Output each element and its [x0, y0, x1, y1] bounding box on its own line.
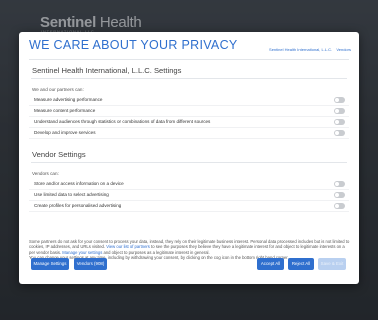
partners-label: We and our partners can:	[32, 87, 84, 92]
settings-scroll-area[interactable]: Sentinel Health International, L.L.C. Se…	[29, 59, 349, 236]
consent-toggle[interactable]	[334, 97, 345, 103]
purpose-row: Measure content performance	[29, 106, 349, 117]
manage-settings-button[interactable]: Manage Settings	[31, 258, 69, 270]
consent-toggle[interactable]	[334, 108, 345, 114]
manage-settings-link[interactable]: Manage your settings	[62, 250, 102, 255]
partners-list-link[interactable]: View our list of partners	[106, 244, 150, 249]
vendor-purpose-row: Use limited data to select advertising	[29, 190, 349, 201]
header-links: Sentinel Health International, L.L.C. Ve…	[266, 47, 351, 52]
modal-header: WE CARE ABOUT YOUR PRIVACY Sentinel Heal…	[19, 32, 359, 57]
privacy-modal: WE CARE ABOUT YOUR PRIVACY Sentinel Heal…	[19, 32, 359, 284]
vendor-consent-toggle[interactable]	[334, 203, 345, 209]
modal-footer: Manage Settings Vendors (908) Accept All…	[19, 258, 359, 278]
vendor-consent-toggle[interactable]	[334, 181, 345, 187]
save-exit-button[interactable]: Save & Exit	[318, 258, 346, 270]
vendor-purpose-row: Store and/or access information on a dev…	[29, 179, 349, 190]
consent-toggle[interactable]	[334, 130, 345, 136]
vendors-label: Vendors can:	[32, 171, 59, 176]
modal-title: WE CARE ABOUT YOUR PRIVACY	[29, 38, 238, 52]
vendors-link[interactable]: Vendors	[336, 47, 351, 52]
company-link[interactable]: Sentinel Health International, L.L.C.	[269, 47, 332, 52]
reject-all-button[interactable]: Reject All	[288, 258, 314, 270]
purpose-row: Develop and improve services	[29, 128, 349, 139]
company-settings-title: Sentinel Health International, L.L.C. Se…	[32, 66, 182, 75]
vendor-purpose-row: Create profiles for personalised adverti…	[29, 201, 349, 212]
consent-toggle[interactable]	[334, 119, 345, 125]
purpose-row: Understand audiences through statistics …	[29, 117, 349, 128]
vendors-button[interactable]: Vendors (908)	[74, 258, 107, 270]
accept-all-button[interactable]: Accept All	[257, 258, 284, 270]
purpose-row: Measure advertising performance	[29, 95, 349, 106]
vendor-settings-title: Vendor Settings	[32, 150, 86, 159]
vendor-consent-toggle[interactable]	[334, 192, 345, 198]
